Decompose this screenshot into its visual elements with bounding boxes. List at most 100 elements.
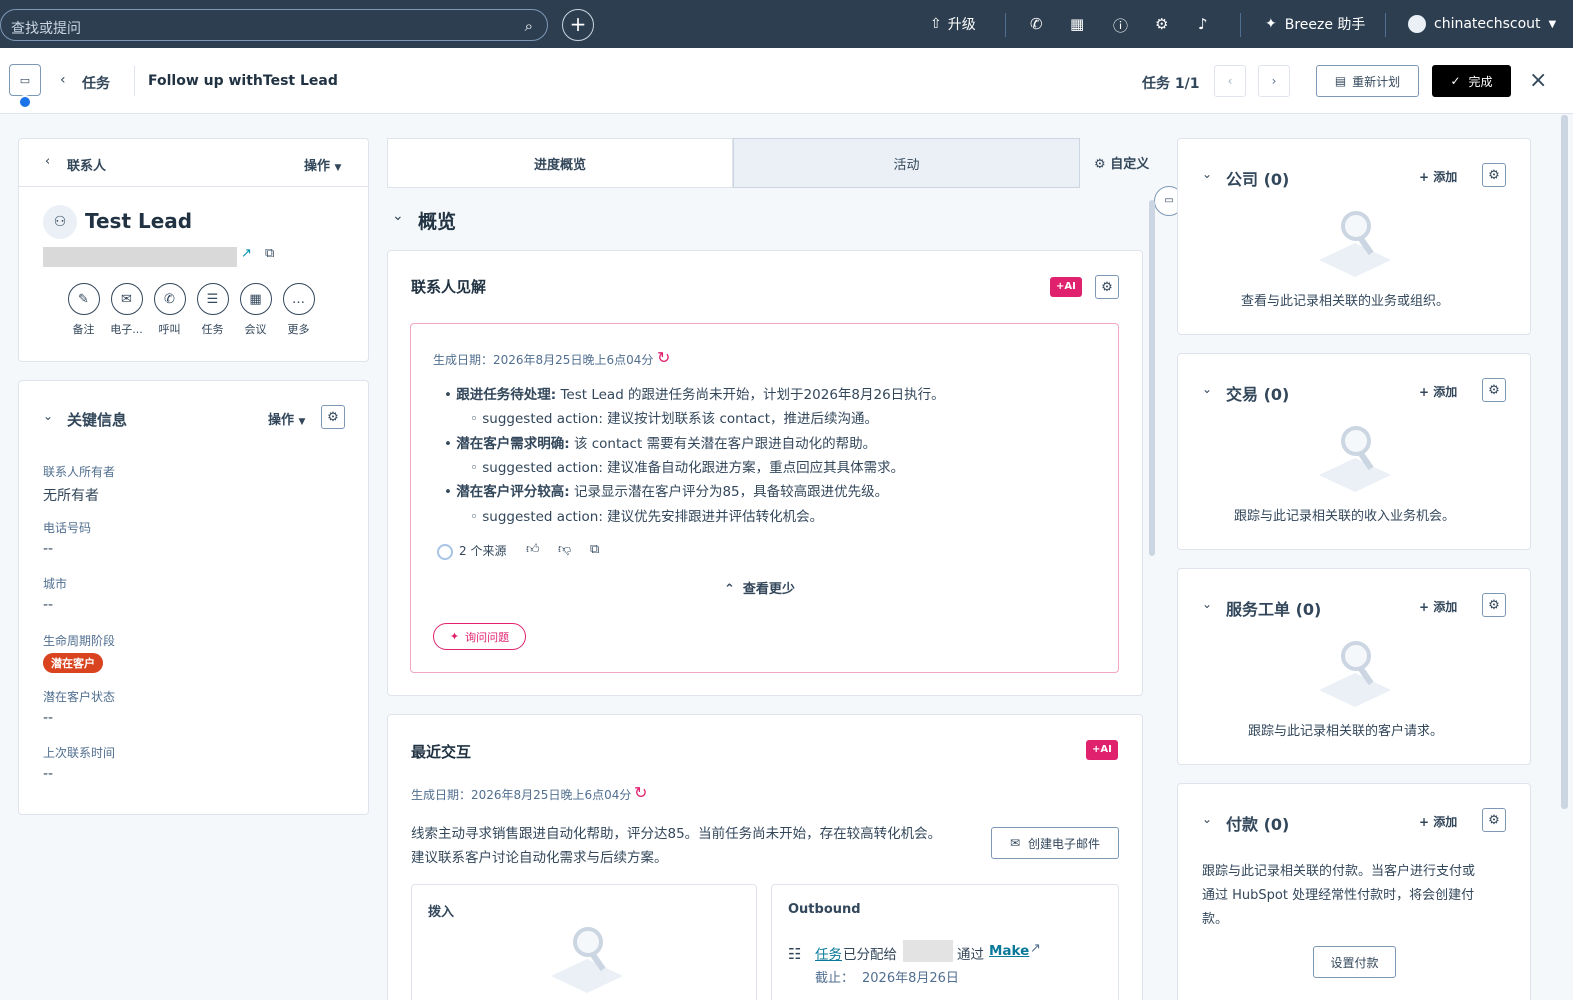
account-name: chinatechscout	[1434, 16, 1541, 32]
contact-name: Test Lead	[85, 209, 193, 233]
add-ticket-button[interactable]: + 添加	[1419, 598, 1457, 615]
marketplace-icon[interactable]: ▦	[1070, 15, 1084, 33]
make-link[interactable]: Make	[989, 943, 1029, 959]
help-icon[interactable]: ⓘ	[1113, 15, 1128, 36]
add-payment-button[interactable]: + 添加	[1419, 813, 1457, 830]
collapse-chevron-icon[interactable]: ⌄	[1202, 382, 1212, 396]
add-label: 添加	[1433, 170, 1458, 184]
insight-suggestion: ◦ suggested action: 建议优先安排跟进并评估转化机会。	[470, 509, 824, 525]
search-input[interactable]: 查找或提问 ⌕	[0, 9, 548, 41]
due-label: 截止：	[815, 971, 855, 986]
note-action[interactable]: ✎ 备注	[67, 283, 100, 337]
create-email-button[interactable]: ✉ 创建电子邮件	[991, 827, 1119, 859]
reschedule-label: 重新计划	[1352, 74, 1401, 89]
complete-label: 完成	[1468, 74, 1493, 89]
field-value[interactable]: 无所有者	[43, 485, 99, 505]
scrollbar[interactable]	[1149, 200, 1155, 556]
account-menu[interactable]: chinatechscout ▼	[1408, 0, 1556, 48]
reschedule-button[interactable]: ▤ 重新计划	[1316, 65, 1419, 97]
field-value[interactable]: --	[43, 766, 53, 782]
customize-tabs-button[interactable]: ⚙ 自定义	[1094, 153, 1149, 172]
action-label: 呼叫	[158, 323, 181, 336]
ask-question-button[interactable]: ✦ 询问问题	[433, 623, 526, 650]
back-chevron-icon[interactable]: ‹	[60, 72, 66, 88]
insights-settings-button[interactable]: ⚙	[1095, 275, 1119, 299]
back-chevron-icon[interactable]: ‹	[45, 154, 50, 169]
empty-state-illustration	[1315, 426, 1395, 496]
chevron-up-icon: ⌃	[724, 582, 735, 597]
add-company-button[interactable]: + 添加	[1419, 168, 1457, 185]
lifecycle-badge[interactable]: 潜在客户	[43, 653, 103, 673]
external-link-icon[interactable]: ↗	[241, 246, 252, 261]
regenerate-icon[interactable]: ↻	[657, 348, 670, 367]
copy-icon[interactable]: ⧉	[590, 542, 599, 557]
key-info-actions-dropdown[interactable]: 操作 ▼	[268, 409, 305, 428]
gear-icon: ⚙	[1488, 382, 1500, 398]
empty-state-text: 跟踪与此记录相关联的收入业务机会。	[1234, 509, 1456, 524]
upgrade-button[interactable]: ⇧ 升级	[930, 0, 976, 48]
field-value[interactable]: --	[43, 710, 53, 726]
email-action[interactable]: ✉ 电子...	[110, 283, 143, 337]
collapse-chevron-icon[interactable]: ⌄	[1202, 597, 1212, 611]
action-label: 会议	[244, 323, 267, 336]
contact-actions-dropdown[interactable]: 操作 ▼	[304, 155, 341, 174]
section-settings-button[interactable]: ⚙	[1482, 593, 1506, 617]
action-label: 电子...	[110, 323, 143, 336]
collapse-chevron-icon[interactable]: ⌄	[1202, 167, 1212, 181]
notifications-bell-icon[interactable]: ♪	[1198, 15, 1208, 33]
calendar-icon: ▤	[1334, 74, 1347, 88]
settings-gear-icon[interactable]: ⚙	[1155, 15, 1168, 33]
complete-button[interactable]: ✓ 完成	[1432, 65, 1511, 97]
add-label: 添加	[1433, 385, 1458, 399]
call-action[interactable]: ✆ 呼叫	[153, 283, 186, 337]
sources-label: 2 个来源	[459, 544, 507, 558]
section-settings-button[interactable]: ⚙	[1482, 378, 1506, 402]
gear-icon: ⚙	[327, 409, 339, 425]
sidebar-toggle-button[interactable]: ▭	[9, 64, 41, 96]
key-info-title: 关键信息	[67, 411, 128, 429]
setup-payments-button[interactable]: 设置付款	[1313, 946, 1396, 978]
field-value[interactable]: --	[43, 541, 53, 557]
upgrade-label: 升级	[947, 17, 976, 33]
key-info-settings-button[interactable]: ⚙	[321, 405, 345, 429]
tab-overview[interactable]: 进度概览	[387, 138, 733, 188]
next-task-button[interactable]: ›	[1258, 65, 1290, 97]
collapse-chevron-icon[interactable]: ⌄	[1202, 812, 1212, 826]
contacts-back-link[interactable]: 联系人	[67, 155, 106, 174]
section-settings-button[interactable]: ⚙	[1482, 163, 1506, 187]
meeting-action[interactable]: ▦ 会议	[239, 283, 272, 337]
section-settings-button[interactable]: ⚙	[1482, 808, 1506, 832]
phone-icon[interactable]: ✆	[1030, 15, 1043, 33]
prev-task-button[interactable]: ‹	[1214, 65, 1246, 97]
more-action[interactable]: … 更多	[282, 283, 315, 337]
field-value[interactable]: --	[43, 597, 53, 613]
collapse-chevron-icon[interactable]: ⌄	[43, 409, 53, 423]
create-email-label: 创建电子邮件	[1028, 836, 1101, 851]
breeze-assistant-button[interactable]: ✦ Breeze 助手	[1265, 0, 1365, 48]
see-less-button[interactable]: ⌃ 查看更少	[724, 578, 795, 597]
insight-suggestion: ◦ suggested action: 建议准备自动化跟进方案，重点回应其具体需…	[470, 460, 905, 476]
thumbs-up-icon[interactable]: 👍︎	[526, 542, 540, 557]
task-link[interactable]: 任务	[815, 943, 842, 963]
thumbs-down-icon[interactable]: 👎︎	[558, 542, 571, 557]
regenerate-icon[interactable]: ↻	[634, 783, 647, 802]
tab-activity[interactable]: 活动	[733, 138, 1080, 188]
search-icon[interactable]: ⌕	[525, 17, 533, 35]
insight-bullet: • 潜在客户需求明确: 该 contact 需要有关潜在客户跟进自动化的帮助。	[444, 436, 877, 452]
sparkle-icon: ✦	[1265, 16, 1277, 32]
copy-icon[interactable]: ⧉	[265, 246, 274, 261]
section-title: 交易 (0)	[1226, 385, 1290, 404]
collapse-chevron-icon[interactable]: ⌄	[392, 208, 404, 224]
field-label: 潜在客户状态	[43, 690, 116, 704]
right-scrollbar[interactable]	[1561, 115, 1568, 809]
chevron-down-icon: ▼	[1548, 18, 1557, 30]
recent-title: 最近交互	[411, 743, 472, 761]
add-deal-button[interactable]: + 添加	[1419, 383, 1457, 400]
back-to-tasks-link[interactable]: 任务	[82, 73, 110, 93]
close-icon[interactable]: ×	[1529, 68, 1547, 93]
sources-button[interactable]: 2 个来源	[437, 542, 506, 560]
insights-title: 联系人见解	[411, 278, 487, 296]
external-link-icon[interactable]: ↗	[1030, 941, 1041, 956]
task-action[interactable]: ☰ 任务	[196, 283, 229, 337]
create-plus-button[interactable]: +	[562, 9, 594, 41]
